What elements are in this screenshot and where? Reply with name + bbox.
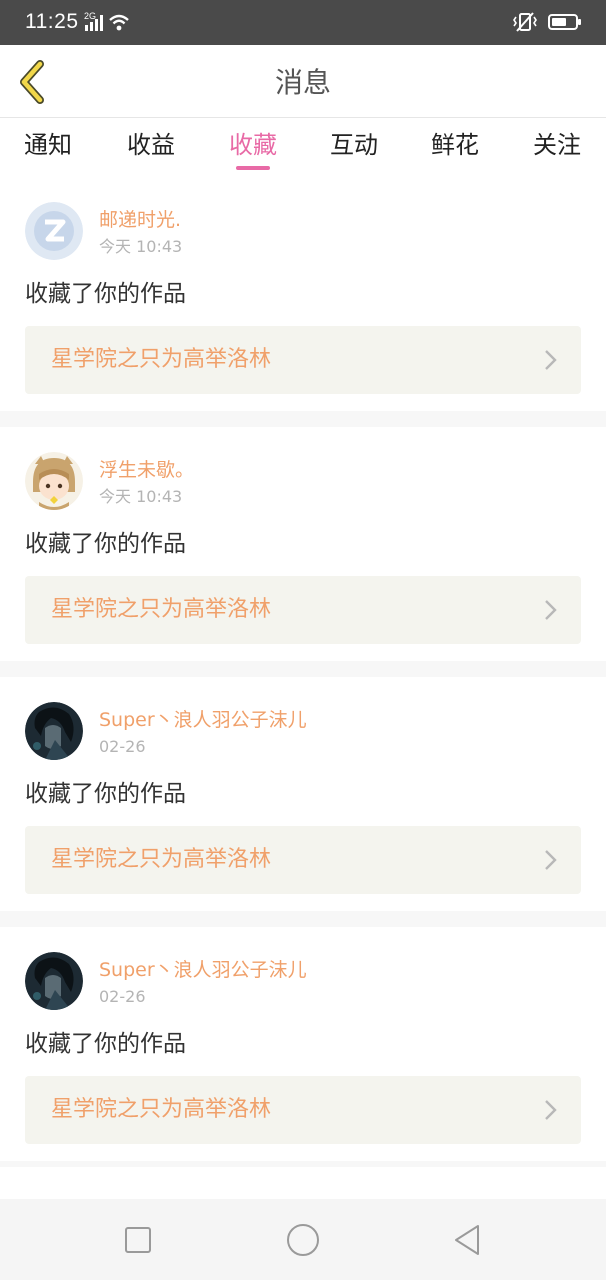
tab-following[interactable]: 关注: [517, 129, 597, 169]
tab-label: 关注: [533, 131, 581, 159]
message-list: 邮递时光. 今天 10:43 收藏了你的作品 星学院之只为高举洛林 浮生未歇。 …: [0, 177, 606, 1167]
tab-flowers[interactable]: 鲜花: [415, 129, 495, 169]
tab-label: 通知: [24, 131, 72, 159]
action-text: 收藏了你的作品: [25, 281, 186, 307]
back-triangle-icon[interactable]: [451, 1223, 485, 1257]
action-text: 收藏了你的作品: [25, 531, 186, 557]
action-text: 收藏了你的作品: [25, 1031, 186, 1057]
tab-earnings[interactable]: 收益: [111, 129, 191, 169]
action-text: 收藏了你的作品: [25, 781, 186, 807]
active-tab-indicator: [236, 166, 270, 170]
work-link[interactable]: 星学院之只为高举洛林: [25, 326, 581, 394]
message-time: 今天 10:43: [99, 487, 183, 506]
user-name[interactable]: Super丶浪人羽公子沫儿: [99, 957, 307, 983]
work-title: 星学院之只为高举洛林: [51, 347, 272, 372]
avatar[interactable]: [25, 702, 83, 760]
chevron-right-icon: [545, 600, 557, 620]
recent-apps-icon[interactable]: [121, 1223, 155, 1257]
page-title: 消息: [274, 66, 331, 99]
avatar[interactable]: [25, 452, 83, 510]
status-bar: 11:25 2G: [0, 0, 606, 45]
work-title: 星学院之只为高举洛林: [51, 1097, 272, 1122]
message-time: 02-26: [99, 737, 146, 756]
list-bottom-spacer: [0, 1161, 606, 1167]
message-time: 今天 10:43: [99, 237, 183, 256]
avatar[interactable]: [25, 202, 83, 260]
message-time: 02-26: [99, 987, 146, 1006]
tab-label: 鲜花: [431, 131, 479, 159]
message-card: Super丶浪人羽公子沫儿 02-26 收藏了你的作品 星学院之只为高举洛林: [0, 677, 606, 911]
user-name[interactable]: 浮生未歇。: [99, 457, 194, 483]
network-type: 2G: [84, 11, 96, 21]
status-time: 11:25: [25, 10, 79, 33]
work-link[interactable]: 星学院之只为高举洛林: [25, 826, 581, 894]
user-name[interactable]: 邮递时光.: [99, 207, 181, 233]
tab-notifications[interactable]: 通知: [8, 129, 88, 169]
tab-favorites[interactable]: 收藏: [213, 129, 293, 170]
chevron-right-icon: [545, 350, 557, 370]
message-card: 浮生未歇。 今天 10:43 收藏了你的作品 星学院之只为高举洛林: [0, 427, 606, 661]
user-name[interactable]: Super丶浪人羽公子沫儿: [99, 707, 307, 733]
chevron-right-icon: [545, 850, 557, 870]
work-link[interactable]: 星学院之只为高举洛林: [25, 576, 581, 644]
signal-icon: 2G: [84, 11, 129, 31]
tab-interactions[interactable]: 互动: [314, 129, 394, 169]
vibrate-icon: [513, 12, 537, 32]
tab-label: 收益: [127, 131, 175, 159]
work-title: 星学院之只为高举洛林: [51, 597, 272, 622]
chevron-right-icon: [545, 1100, 557, 1120]
battery-icon: [548, 14, 581, 30]
tab-bar: 通知 收益 收藏 互动 鲜花 关注: [0, 119, 606, 177]
message-card: Super丶浪人羽公子沫儿 02-26 收藏了你的作品 星学院之只为高举洛林: [0, 927, 606, 1161]
home-icon[interactable]: [286, 1223, 320, 1257]
work-link[interactable]: 星学院之只为高举洛林: [25, 1076, 581, 1144]
app-header: 消息: [0, 45, 606, 118]
avatar[interactable]: [25, 952, 83, 1010]
tab-label: 互动: [330, 131, 378, 159]
system-nav-bar: [0, 1199, 606, 1280]
message-card: 邮递时光. 今天 10:43 收藏了你的作品 星学院之只为高举洛林: [0, 177, 606, 411]
work-title: 星学院之只为高举洛林: [51, 847, 272, 872]
tab-label: 收藏: [229, 131, 277, 159]
